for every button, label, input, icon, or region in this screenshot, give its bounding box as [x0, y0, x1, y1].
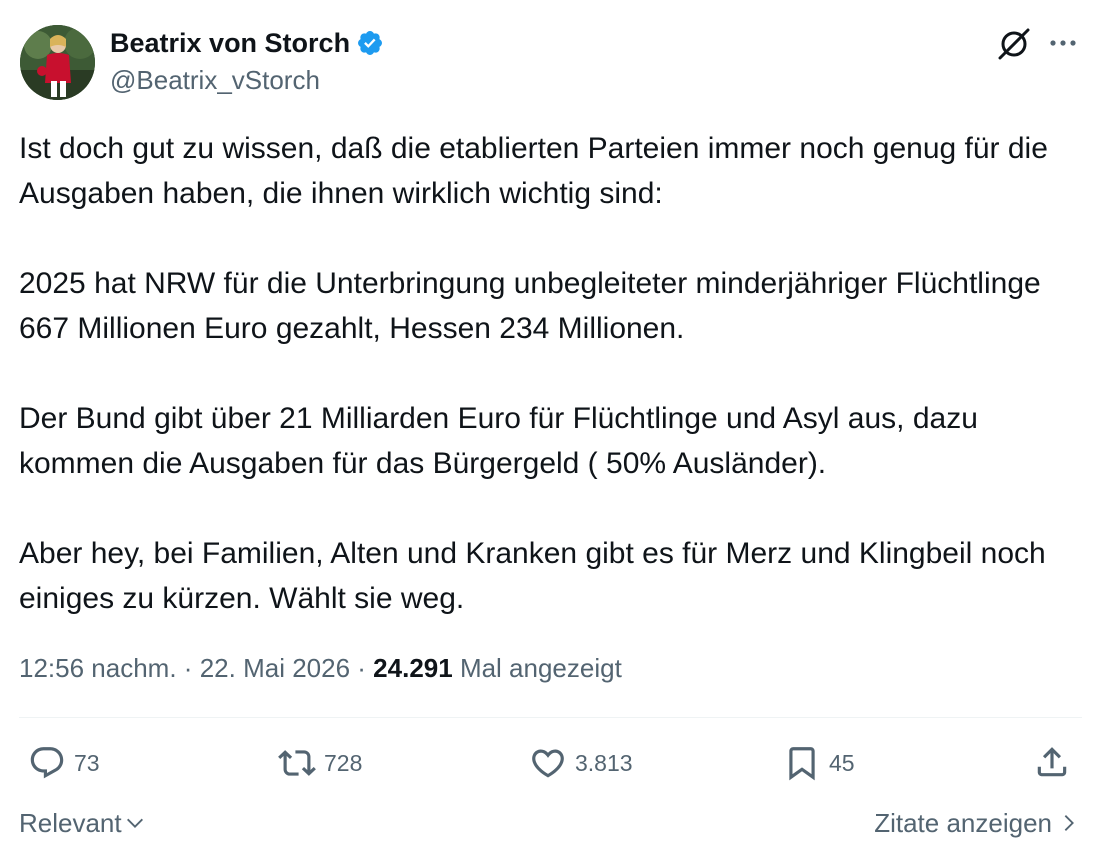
- author-name-row[interactable]: Beatrix von Storch: [110, 26, 384, 60]
- avatar-photo: [20, 25, 95, 100]
- views-label[interactable]: Mal angezeigt: [460, 653, 622, 683]
- like-count: 3.813: [575, 750, 633, 776]
- retweet-icon: [278, 750, 316, 776]
- tweet-text: Ist doch gut zu wissen, daß die etablier…: [19, 126, 1084, 621]
- quotes-label: Zitate anzeigen: [874, 808, 1052, 838]
- tweet-time[interactable]: 12:56 nachm.: [19, 653, 177, 683]
- reply-count: 73: [74, 750, 100, 776]
- reply-button[interactable]: 73: [28, 743, 100, 783]
- bookmark-icon: [789, 747, 815, 781]
- like-button[interactable]: 3.813: [529, 743, 633, 783]
- author-display-name[interactable]: Beatrix von Storch: [110, 26, 350, 60]
- grok-icon[interactable]: [996, 26, 1032, 62]
- like-icon: [532, 749, 564, 778]
- tweet-paragraph: Der Bund gibt über 21 Milliarden Euro fü…: [19, 402, 987, 480]
- bookmark-count: 45: [829, 750, 855, 776]
- verified-badge-icon[interactable]: [356, 29, 384, 57]
- sort-label: Relevant: [19, 808, 122, 838]
- reply-icon: [30, 747, 64, 779]
- tweet-paragraph: 2025 hat NRW für die Unterbringung unbeg…: [19, 267, 1050, 345]
- meta-separator: ·: [183, 653, 193, 683]
- views-count[interactable]: 24.291: [373, 653, 453, 683]
- retweet-button[interactable]: 728: [278, 743, 362, 783]
- author-handle[interactable]: @Beatrix_vStorch: [110, 63, 320, 97]
- chevron-right-icon: [1064, 815, 1074, 831]
- tweet-date[interactable]: 22. Mai 2026: [200, 653, 350, 683]
- retweet-count: 728: [324, 750, 363, 776]
- chevron-down-icon: [126, 818, 143, 828]
- bookmark-button[interactable]: 45: [783, 743, 855, 783]
- tweet-paragraph: Ist doch gut zu wissen, daß die etablier…: [19, 132, 1055, 210]
- view-quotes-link[interactable]: Zitate anzeigen: [874, 805, 1080, 841]
- avatar[interactable]: [20, 25, 95, 100]
- divider: [19, 717, 1082, 718]
- more-options-icon[interactable]: [1046, 28, 1080, 58]
- meta-separator: ·: [357, 653, 366, 683]
- share-icon[interactable]: [1033, 743, 1071, 781]
- tweet-paragraph: Aber hey, bei Familien, Alten und Kranke…: [19, 537, 1055, 615]
- tweet-meta: 12:56 nachm. · 22. Mai 2026 · 24.291 Mal…: [19, 650, 622, 686]
- sort-dropdown[interactable]: Relevant: [19, 805, 146, 841]
